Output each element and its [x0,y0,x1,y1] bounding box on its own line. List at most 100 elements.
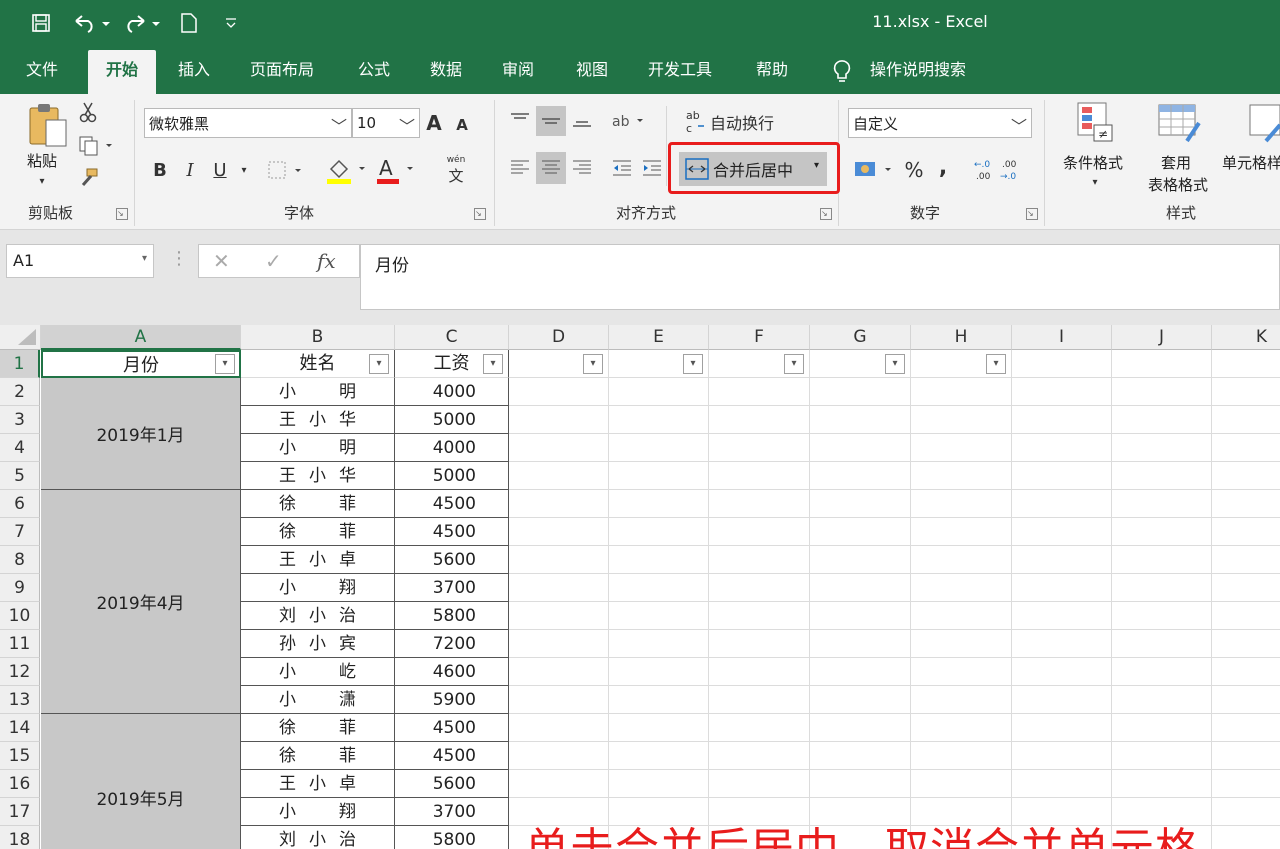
cell[interactable] [911,714,1012,742]
filter-dropdown-icon[interactable]: ▾ [683,354,703,374]
cell[interactable] [1212,574,1280,602]
merged-month-cell[interactable]: 2019年4月 [41,490,241,714]
wrap-text-button[interactable]: 自动换行 [710,110,774,134]
cell[interactable] [709,546,810,574]
cell[interactable] [1012,630,1112,658]
cell-styles-icon[interactable] [1244,100,1280,144]
cell[interactable] [509,630,609,658]
cell[interactable] [509,602,609,630]
column-header-k[interactable]: K [1212,325,1280,350]
cell[interactable] [1012,574,1112,602]
cell[interactable] [911,602,1012,630]
cell[interactable] [709,434,810,462]
salary-cell[interactable]: 5900 [395,686,509,714]
cell[interactable] [1212,686,1280,714]
tab-view[interactable]: 视图 [572,46,612,94]
cell[interactable] [509,742,609,770]
cell[interactable] [509,714,609,742]
cell[interactable] [709,378,810,406]
column-header-e[interactable]: E [609,325,709,350]
cell[interactable] [1212,350,1280,378]
cell[interactable] [1012,658,1112,686]
salary-cell[interactable]: 5000 [395,406,509,434]
cell[interactable] [1012,434,1112,462]
salary-cell[interactable]: 5000 [395,462,509,490]
cell[interactable] [1112,714,1212,742]
row-header[interactable]: 6 [0,490,40,518]
row-header[interactable]: 15 [0,742,40,770]
align-right-icon[interactable] [570,156,594,180]
salary-cell[interactable]: 4500 [395,490,509,518]
cell[interactable] [609,518,709,546]
cell[interactable] [911,574,1012,602]
row-header[interactable]: 1 [0,350,40,378]
underline-button[interactable]: U [210,156,230,184]
cell[interactable] [609,490,709,518]
cell[interactable] [810,602,911,630]
cell[interactable] [1112,518,1212,546]
copy-icon[interactable] [76,134,116,158]
cell[interactable] [509,574,609,602]
align-middle-icon[interactable] [536,106,566,136]
cell[interactable] [609,378,709,406]
cell[interactable] [1212,378,1280,406]
conditional-formatting-icon[interactable]: ≠ [1072,100,1116,144]
cell[interactable] [609,602,709,630]
cancel-icon[interactable]: ✕ [213,249,230,273]
cell[interactable] [709,630,810,658]
row-header[interactable]: 9 [0,574,40,602]
cell[interactable] [810,742,911,770]
name-cell[interactable]: 刘小治 [241,602,395,630]
merged-month-cell[interactable]: 2019年1月 [41,378,241,490]
cell[interactable] [509,658,609,686]
tab-insert[interactable]: 插入 [174,46,214,94]
column-header-b[interactable]: B [241,325,395,350]
tab-home[interactable]: 开始 [88,50,156,94]
header-cell-month[interactable]: 月份 [41,350,241,378]
align-center-icon[interactable] [536,152,566,184]
cell[interactable] [1012,518,1112,546]
cell[interactable] [1212,798,1280,826]
row-header[interactable]: 12 [0,658,40,686]
font-size-combo[interactable]: 10 ﹀ [352,108,420,138]
cell[interactable] [911,686,1012,714]
row-header[interactable]: 14 [0,714,40,742]
filter-dropdown-icon[interactable]: ▾ [986,354,1006,374]
bold-button[interactable]: B [150,156,170,184]
cell[interactable] [609,770,709,798]
formula-input[interactable]: 月份 [360,244,1280,310]
italic-button[interactable]: I [180,156,200,184]
format-as-table-label-1[interactable]: 套用 [1156,152,1196,173]
name-cell[interactable]: 徐菲 [241,490,395,518]
cell[interactable] [1212,826,1280,849]
name-cell[interactable]: 小翔 [241,798,395,826]
cell[interactable] [810,378,911,406]
cell[interactable] [509,518,609,546]
number-launcher-icon[interactable]: ↘ [1026,208,1038,220]
cell[interactable] [709,742,810,770]
column-header-i[interactable]: I [1012,325,1112,350]
name-cell[interactable]: 小明 [241,378,395,406]
merged-month-cell[interactable]: 2019年5月 [41,714,241,849]
cell[interactable] [709,490,810,518]
name-cell[interactable]: 小屹 [241,658,395,686]
grow-font-button[interactable]: A [424,111,444,135]
column-header-j[interactable]: J [1112,325,1212,350]
cell[interactable] [609,462,709,490]
cell[interactable] [810,658,911,686]
cell[interactable] [609,658,709,686]
cell[interactable] [709,686,810,714]
column-header-d[interactable]: D [509,325,609,350]
tab-page-layout[interactable]: 页面布局 [246,46,318,94]
tab-file[interactable]: 文件 [22,46,62,94]
fill-color-icon[interactable] [324,154,370,186]
cell[interactable] [911,630,1012,658]
cell[interactable] [1112,602,1212,630]
name-cell[interactable]: 徐菲 [241,518,395,546]
tab-help[interactable]: 帮助 [752,46,792,94]
salary-cell[interactable]: 7200 [395,630,509,658]
name-cell[interactable]: 王小华 [241,462,395,490]
cut-icon[interactable] [76,100,100,124]
cell[interactable] [1012,350,1112,378]
paste-icon[interactable] [22,100,72,150]
